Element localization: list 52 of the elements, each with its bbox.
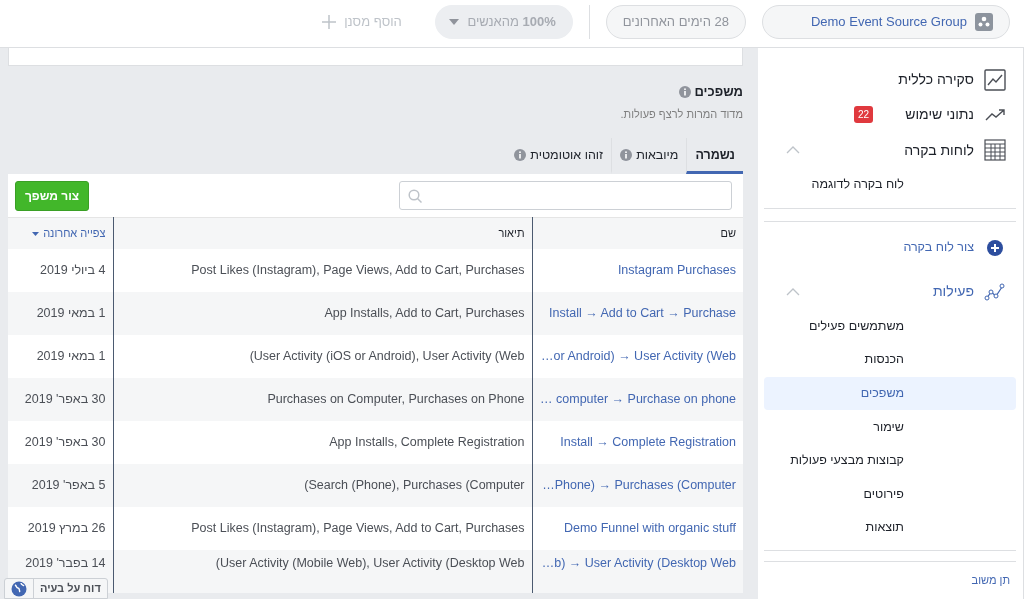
table-cell-text: Purchases on Computer, Purchases on Phone [266,391,525,409]
column-header[interactable]: תיאור [498,227,525,240]
chart-icon [984,68,1006,91]
table-cell-text: Post Likes (Instagram), Page Views, Add to Cart, Purchases [190,520,525,538]
table-cell-text: (User Activity (Mobile Web), User Activity (Desktop Web [214,555,525,573]
table-cell-text: (User Activity (iOS or Android), User Activity (Web [248,348,525,366]
table-cell: 1 במאי 2019 [36,349,106,364]
count-badge: 22 [854,106,874,124]
sidebar-item[interactable]: לוחות בקרה [904,139,974,161]
section-subtitle: מדוד המרות לרצף פעולות. [620,107,743,120]
table-cell-text: App Installs, Complete Registration [328,434,525,452]
search-icon [408,188,422,203]
funnel-link[interactable]: …or Android) → User Activity (Web [539,347,736,367]
table-cell: 14 בפבר' 2019 [25,556,106,571]
sidebar-item[interactable]: פעילות [932,281,974,303]
funnel-link[interactable]: Install → Complete Registration [539,433,736,453]
sidebar-item[interactable]: נתוני שימוש [905,104,974,126]
event-source-button[interactable]: Demo Event Source Group [762,5,1010,39]
funnel-link[interactable]: Demo Funnel with organic stuff [539,519,736,539]
sort-caret-icon [32,231,40,236]
funnel-link[interactable]: Instagram Purchases [539,261,736,281]
table-icon [984,139,1006,162]
sidebar-item[interactable]: סקירה כללית [898,69,974,91]
table-cell: 26 במרץ 2019 [27,521,106,536]
group-icon [975,13,993,31]
table-cell: 5 באפר' 2019 [31,478,106,493]
sidebar-subitem[interactable]: משתמשים פעילים [764,309,1016,344]
table-cell-text: Post Likes (Instagram), Page Views, Add to Cart, Purchases [190,262,525,280]
nodes-icon [984,280,1006,303]
sidebar-subitem[interactable]: שימור [764,410,1016,444]
plus-icon [322,15,337,29]
table-cell: 4 ביולי 2019 [39,263,106,278]
sidebar-subitem[interactable]: לוח בקרה לדוגמה [764,168,1016,202]
create-dashboard-link[interactable]: צור לוח בקרה [903,238,974,258]
sidebar-subitem[interactable]: הכנסות [764,343,1016,377]
sidebar-subitem[interactable]: פירוטים [764,477,1016,511]
sidebar-subitem[interactable]: קבוצות מבצעי פעולות [764,443,1016,478]
caret-icon [449,19,460,25]
table-cell-text: (Search (Phone), Purchases (Computer [303,477,525,495]
table-cell: 30 באפר' 2019 [24,435,106,450]
table-cell-text: App Installs, Add to Cart, Purchases [323,305,525,323]
search-field[interactable] [399,181,732,211]
tab[interactable]: מיובאות [611,138,687,174]
sidebar-subitem[interactable]: תוצאות [764,510,1016,545]
section-title: משפכים [694,83,743,101]
info-icon [678,85,691,98]
feedback-link[interactable]: תן משוב [764,561,1016,599]
sidebar-subitem[interactable]: משפכים [764,376,1016,411]
column-header[interactable]: שם [720,227,736,240]
table-cell: 30 באפר' 2019 [24,392,106,407]
tab[interactable]: זוהו אוטומטית [506,138,612,174]
table-cell: 1 במאי 2019 [36,306,106,321]
